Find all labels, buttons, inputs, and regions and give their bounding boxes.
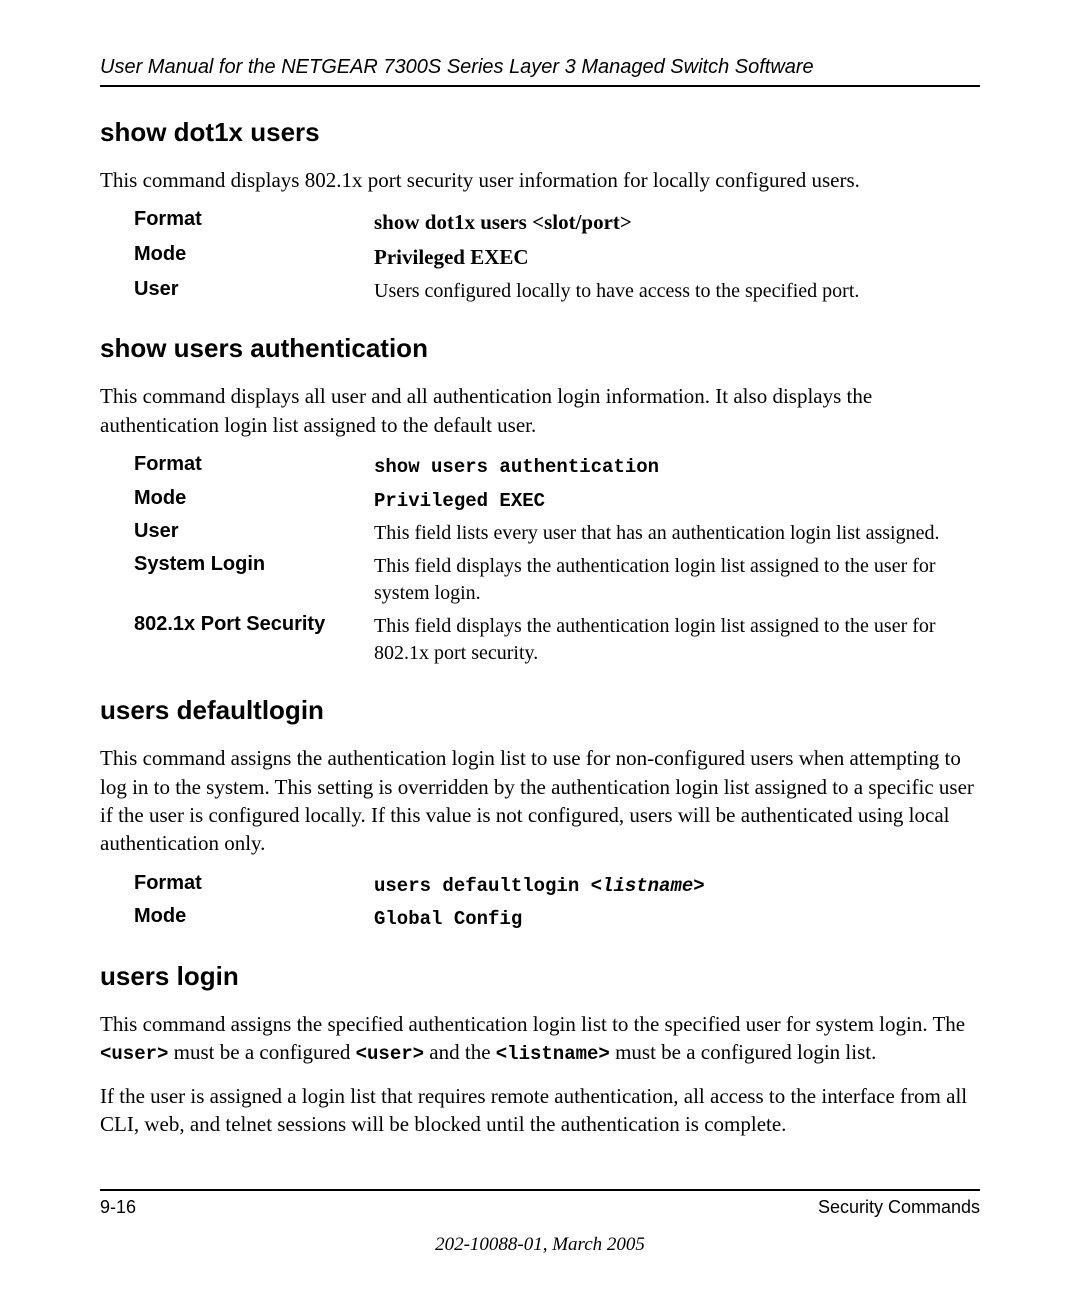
footer-line: 9-16 Security Commands (100, 1197, 980, 1218)
text-a: This command assigns the specified authe… (100, 1012, 965, 1036)
text-e: and the (424, 1040, 496, 1064)
users-login-para1: This command assigns the specified authe… (100, 1010, 980, 1068)
def-label-mode: Mode (134, 243, 374, 266)
mode-value: Privileged EXEC (374, 245, 529, 269)
text-c: must be a configured (168, 1040, 355, 1064)
doc-id: 202-10088-01, March 2005 (100, 1234, 980, 1256)
definition-table: Format users defaultlogin <listname> Mod… (134, 872, 980, 933)
def-row-system-login: System Login This field displays the aut… (134, 553, 980, 607)
def-row-user: User Users configured locally to have ac… (134, 278, 980, 305)
section-title-users-login: users login (100, 961, 980, 992)
mode-value: Global Config (374, 908, 522, 930)
def-row-format: Format users defaultlogin <listname> (134, 872, 980, 900)
def-label-mode: Mode (134, 487, 374, 510)
chapter-name: Security Commands (818, 1197, 980, 1218)
def-row-mode: Mode Privileged EXEC (134, 243, 980, 272)
def-row-mode: Mode Privileged EXEC (134, 487, 980, 515)
def-label-mode: Mode (134, 905, 374, 928)
inline-user-1: <user> (100, 1043, 168, 1065)
header-divider (100, 85, 980, 87)
def-row-format: Format show dot1x users <slot/port> (134, 208, 980, 237)
section-intro-users-defaultlogin: This command assigns the authentication … (100, 744, 980, 857)
def-label-user: User (134, 278, 374, 301)
inline-listname: <listname> (496, 1043, 610, 1065)
section-title-show-users-auth: show users authentication (100, 333, 980, 364)
inline-user-2: <user> (356, 1043, 424, 1065)
page-number: 9-16 (100, 1197, 136, 1218)
def-label-format: Format (134, 872, 374, 895)
section-title-show-dot1x-users: show dot1x users (100, 117, 980, 148)
def-value-mode: Privileged EXEC (374, 487, 980, 515)
def-value-format: show users authentication (374, 453, 980, 481)
def-row-mode: Mode Global Config (134, 905, 980, 933)
def-value-format: show dot1x users <slot/port> (374, 208, 980, 237)
users-login-para2: If the user is assigned a login list tha… (100, 1082, 980, 1139)
def-label-format: Format (134, 208, 374, 231)
format-arg: <listname> (591, 875, 705, 897)
format-prefix: users defaultlogin (374, 875, 591, 897)
def-value-user: This field lists every user that has an … (374, 520, 980, 547)
page-container: User Manual for the NETGEAR 7300S Series… (0, 0, 1080, 1296)
page-footer: 9-16 Security Commands 202-10088-01, Mar… (100, 1189, 980, 1256)
def-label-user: User (134, 520, 374, 543)
footer-divider (100, 1189, 980, 1191)
def-value-port-security: This field displays the authentication l… (374, 613, 980, 667)
def-value-system-login: This field displays the authentication l… (374, 553, 980, 607)
def-value-mode: Privileged EXEC (374, 243, 980, 272)
text-g: must be a configured login list. (610, 1040, 877, 1064)
format-command: show dot1x users <slot/port> (374, 210, 632, 234)
section-intro-show-users-auth: This command displays all user and all a… (100, 382, 980, 439)
definition-table: Format show dot1x users <slot/port> Mode… (134, 208, 980, 305)
def-row-format: Format show users authentication (134, 453, 980, 481)
def-label-format: Format (134, 453, 374, 476)
format-command: show users authentication (374, 456, 659, 478)
running-header: User Manual for the NETGEAR 7300S Series… (100, 56, 980, 79)
def-row-user: User This field lists every user that ha… (134, 520, 980, 547)
def-value-user: Users configured locally to have access … (374, 278, 980, 305)
def-value-mode: Global Config (374, 905, 980, 933)
def-label-system-login: System Login (134, 553, 374, 576)
def-label-port-security: 802.1x Port Security (134, 613, 374, 636)
definition-table: Format show users authentication Mode Pr… (134, 453, 980, 667)
mode-value: Privileged EXEC (374, 490, 545, 512)
def-value-format: users defaultlogin <listname> (374, 872, 980, 900)
section-intro-show-dot1x-users: This command displays 802.1x port securi… (100, 166, 980, 194)
section-title-users-defaultlogin: users defaultlogin (100, 695, 980, 726)
def-row-port-security: 802.1x Port Security This field displays… (134, 613, 980, 667)
